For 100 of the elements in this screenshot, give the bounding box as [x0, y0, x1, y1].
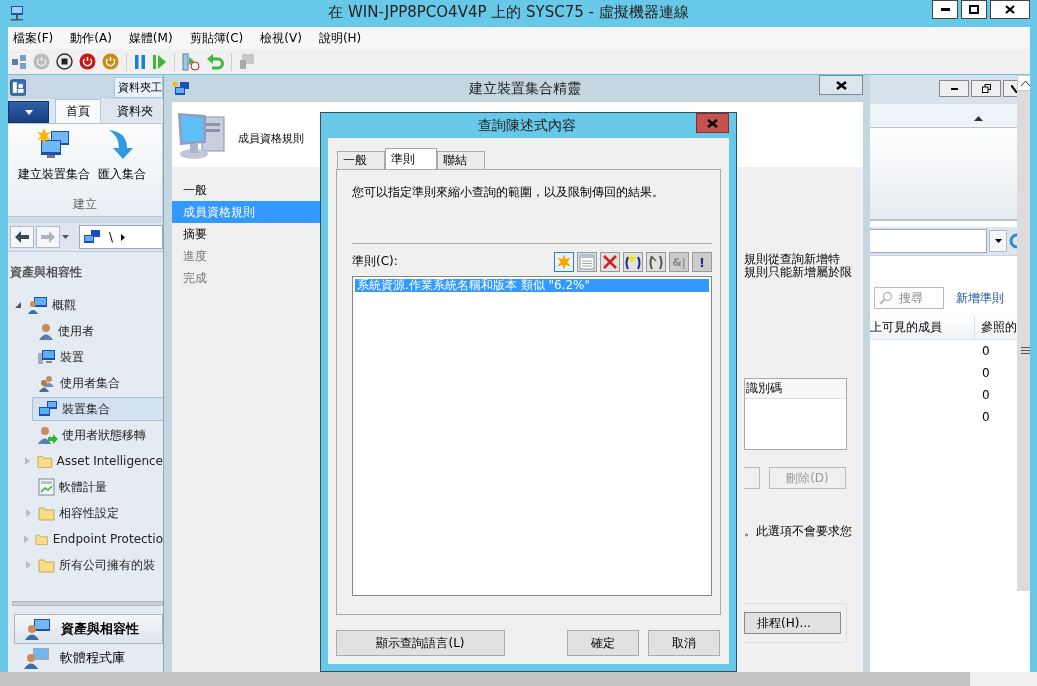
console-icon	[10, 78, 27, 96]
show-query-button[interactable]: 顯示查詢語言(L)	[336, 630, 505, 656]
users-icon	[38, 374, 56, 392]
tree-item[interactable]: 軟體計量	[32, 475, 163, 499]
report-icon	[38, 478, 55, 496]
tree-item[interactable]: Asset Intelligence	[32, 449, 163, 473]
tree-item[interactable]: 使用者集合	[32, 371, 163, 395]
tab[interactable]: 聯結	[437, 151, 485, 169]
close-button[interactable]	[1003, 80, 1017, 97]
caret-icon	[24, 109, 33, 115]
menu-item[interactable]: 剪貼簿(C)	[189, 29, 244, 47]
table-cell: 0	[982, 366, 990, 380]
description-text: 規則只能新增屬於限	[744, 266, 853, 279]
menu-item[interactable]: 媒體(M)	[128, 29, 173, 47]
user-icon	[38, 322, 54, 340]
menu-item[interactable]: 檔案(F)	[13, 29, 54, 47]
tree-item[interactable]: Endpoint Protectio	[32, 527, 163, 551]
ribbon-tab[interactable]: 資料夾	[107, 100, 163, 123]
power-icon[interactable]	[79, 53, 96, 70]
menu-item[interactable]: 說明(H)	[318, 29, 362, 47]
caret-icon	[121, 233, 126, 241]
tab[interactable]: 準則	[385, 148, 437, 169]
scroll-up-button[interactable]	[1017, 75, 1030, 91]
address-field[interactable]: \	[79, 225, 163, 249]
window-title: 在 WIN-JPP8PCO4V4P 上的 SYSC75 - 虛擬機器連線	[327, 3, 690, 22]
address-field[interactable]	[870, 229, 987, 253]
computers-star-icon	[172, 80, 190, 97]
back-button[interactable]	[10, 226, 34, 248]
pause-icon[interactable]	[134, 53, 146, 70]
minimize-icon	[940, 8, 950, 11]
minimize-button[interactable]	[932, 0, 958, 19]
ungroup-button[interactable]	[646, 252, 666, 272]
stop-icon[interactable]	[56, 53, 73, 70]
tree-item[interactable]: 所有公司擁有的裝	[32, 553, 163, 577]
software-icon	[24, 647, 50, 669]
workspace-button[interactable]: 軟體程式庫	[14, 644, 163, 672]
ribbon-button[interactable]: 匯入集合	[96, 128, 148, 196]
description-text: 您可以指定準則來縮小查詢的範圍，以及限制傳回的結果。	[352, 184, 665, 201]
contextual-tab[interactable]: 資料夾工	[114, 76, 163, 98]
parentheses-icon	[647, 253, 665, 271]
search-icon	[879, 291, 893, 305]
note-text: 。此選項不會要求您	[744, 523, 853, 540]
folder-icon	[38, 557, 55, 573]
ribbon-tab[interactable]: 首頁	[55, 99, 101, 123]
tree-item[interactable]: 概觀	[8, 293, 163, 317]
restore-button[interactable]	[971, 80, 1001, 97]
caret-icon[interactable]	[62, 235, 69, 239]
properties-button[interactable]	[577, 252, 597, 272]
schedule-button[interactable]: 排程(H)...	[744, 612, 841, 634]
minimize-icon	[950, 87, 958, 90]
tree-item[interactable]: 裝置集合	[32, 397, 163, 421]
close-button[interactable]	[990, 0, 1030, 19]
caret-icon	[994, 239, 1002, 243]
forward-arrow-icon	[41, 231, 55, 243]
tree-item[interactable]: 使用者狀態移轉	[32, 423, 163, 447]
tab[interactable]: 一般	[337, 151, 385, 169]
operator-button[interactable]: !	[692, 252, 712, 272]
file-menu-button[interactable]	[8, 101, 49, 123]
network-icon[interactable]	[11, 53, 27, 70]
window-icon	[579, 254, 595, 270]
computer-icon	[38, 349, 56, 365]
power-icon[interactable]	[102, 53, 119, 70]
workspace-button[interactable]: 資產與相容性	[14, 614, 163, 644]
maximize-icon	[969, 5, 979, 14]
folder-icon	[38, 505, 55, 521]
add-group-button[interactable]	[623, 252, 643, 272]
ribbon-group-label: 建立	[72, 196, 98, 213]
delete-button[interactable]	[600, 252, 620, 272]
add-criteria-link[interactable]: 新增準則	[956, 289, 1004, 307]
tree-item[interactable]: 相容性設定	[32, 501, 163, 525]
back-arrow-icon	[15, 231, 29, 243]
maximize-button[interactable]	[961, 0, 987, 19]
table-cell: 0	[982, 344, 990, 358]
menu-item[interactable]: 檢視(V)	[260, 29, 302, 47]
criteria-label: 準則(C):	[352, 253, 398, 270]
star-parentheses-icon	[624, 253, 642, 271]
column-header[interactable]: 上可見的成員	[870, 315, 975, 339]
search-field[interactable]: 搜尋	[874, 287, 944, 309]
collapse-arrow-icon[interactable]	[14, 301, 22, 309]
scrollbar-grip-icon[interactable]	[1021, 347, 1030, 354]
column-header[interactable]: 識別碼	[745, 379, 846, 399]
tree-item[interactable]: 裝置	[32, 345, 163, 369]
minimize-button[interactable]	[939, 80, 969, 97]
computer-user-icon	[28, 296, 48, 314]
scrollbar-thumb[interactable]	[0, 672, 970, 686]
ribbon-button[interactable]: 建立裝置集合	[16, 128, 92, 196]
list-box[interactable]: 識別碼	[744, 378, 847, 450]
computers-star-icon	[37, 128, 71, 160]
new-criterion-button[interactable]	[554, 252, 574, 272]
computer-network-icon	[9, 4, 25, 21]
table-cell: 0	[982, 410, 990, 424]
page-title: 成員資格規則	[238, 131, 304, 146]
menu-item[interactable]: 動作(A)	[70, 29, 112, 47]
collapse-ribbon-icon[interactable]	[974, 116, 983, 121]
tree-item[interactable]: 使用者	[32, 319, 163, 343]
cancel-button[interactable]: 取消	[648, 630, 720, 656]
ok-button[interactable]: 確定	[567, 630, 639, 656]
dropdown-button[interactable]	[989, 230, 1007, 252]
close-button[interactable]	[819, 75, 863, 95]
checkpoint-icon[interactable]	[182, 52, 200, 71]
